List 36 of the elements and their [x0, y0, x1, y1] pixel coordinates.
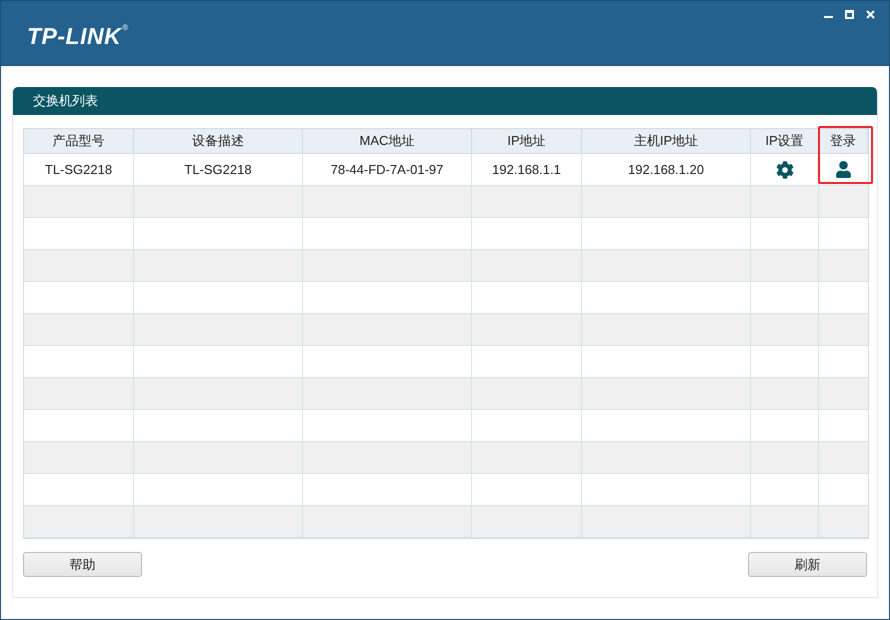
column-header: 设备描述 [134, 129, 303, 154]
table-cell [751, 282, 819, 314]
help-button[interactable]: 帮助 [23, 552, 142, 577]
table-cell [751, 474, 819, 506]
panel-title: 交换机列表 [33, 92, 98, 110]
table-cell [751, 346, 819, 378]
column-header: 登录 [819, 129, 868, 154]
table-cell [751, 218, 819, 250]
table-cell[interactable]: TL-SG2218 [134, 154, 303, 186]
table-cell [751, 410, 819, 442]
settings-icon[interactable] [776, 160, 794, 178]
table-cell [751, 314, 819, 346]
table-cell [751, 442, 819, 474]
registered-mark: ® [122, 23, 128, 32]
close-icon[interactable] [866, 10, 875, 19]
table-cell[interactable]: TL-SG2218 [24, 154, 134, 186]
table-cell [751, 250, 819, 282]
table-cell[interactable]: 192.168.1.1 [472, 154, 582, 186]
cell-text: 192.168.1.20 [628, 162, 704, 177]
column-header: 产品型号 [24, 129, 134, 154]
table-cell [751, 378, 819, 410]
table-cell[interactable]: 78-44-FD-7A-01-97 [303, 154, 472, 186]
column-header: 主机IP地址 [582, 129, 751, 154]
column-header: IP地址 [472, 129, 582, 154]
refresh-button[interactable]: 刷新 [748, 552, 867, 577]
maximize-icon[interactable] [845, 10, 854, 19]
cell-text: 78-44-FD-7A-01-97 [330, 162, 444, 177]
cell-text: 192.168.1.1 [492, 162, 561, 177]
column-header: MAC地址 [303, 129, 472, 154]
cell-text: TL-SG2218 [184, 162, 252, 177]
column-header: IP设置 [751, 129, 819, 154]
table-cell[interactable]: 192.168.1.20 [582, 154, 751, 186]
logo: TP-LINK [27, 23, 122, 50]
cell-text: TL-SG2218 [44, 162, 112, 177]
user-icon[interactable] [835, 161, 852, 178]
table-cell [751, 186, 819, 218]
